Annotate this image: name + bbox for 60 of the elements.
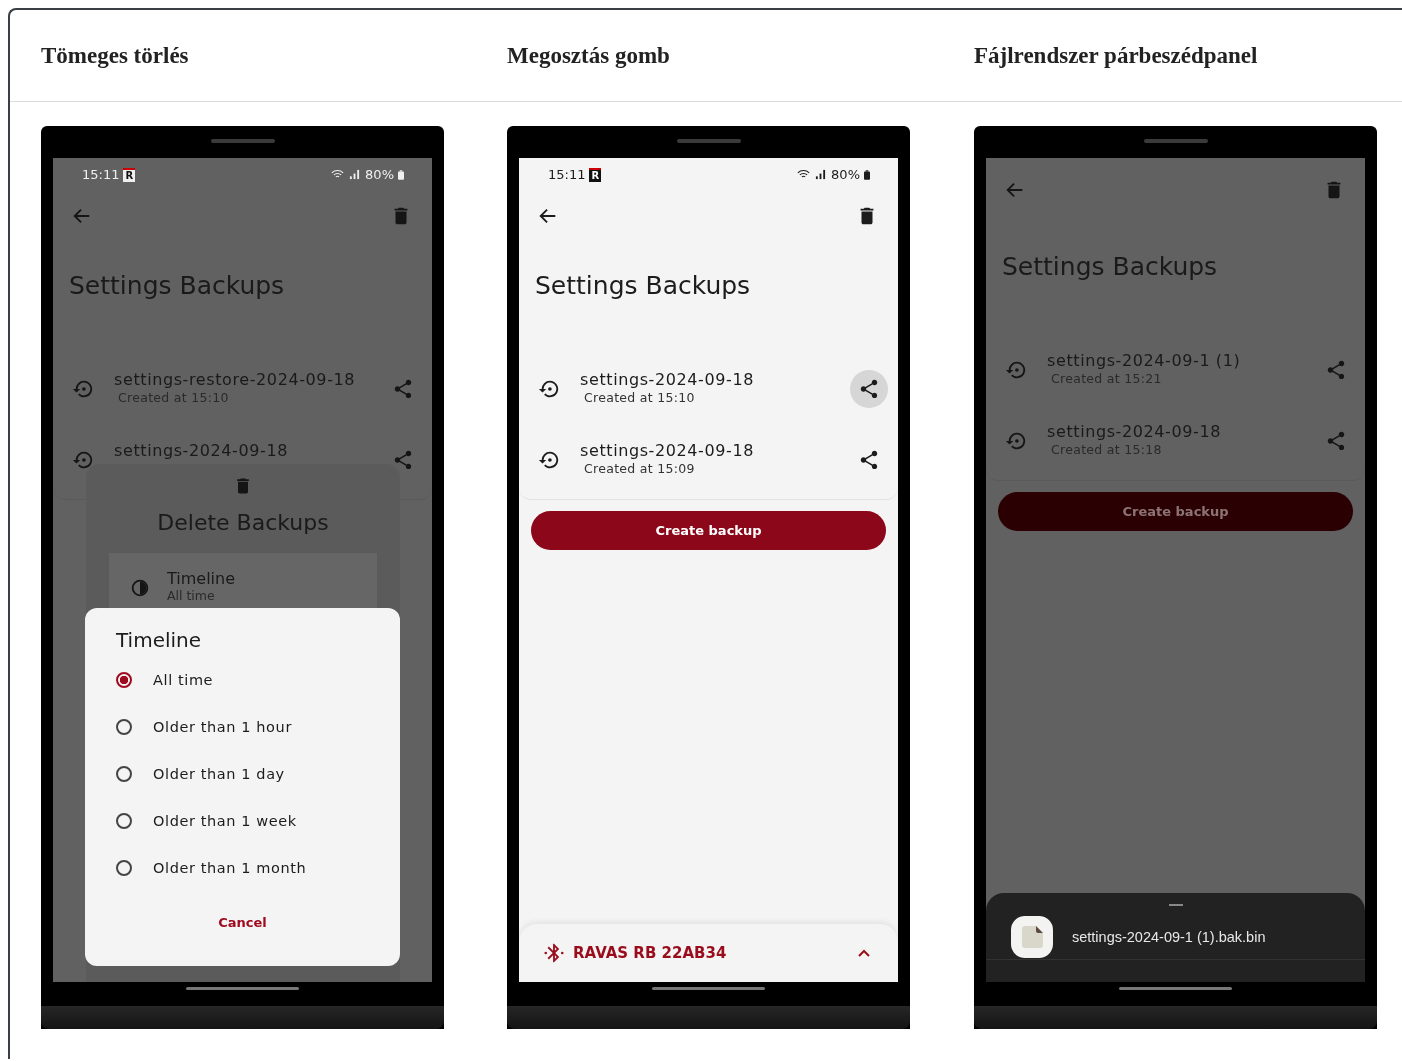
backup-name: settings-2024-09-18 (580, 369, 755, 389)
create-backup-button[interactable]: Create backup (998, 492, 1353, 531)
share-icon (858, 377, 880, 400)
radio-button[interactable] (116, 718, 132, 735)
app-notification-badge: R (123, 167, 136, 182)
battery-icon (398, 169, 404, 180)
radio-label: Older than 1 week (153, 812, 297, 829)
battery-percent: 80% (365, 167, 394, 182)
radio-label: Older than 1 day (153, 765, 285, 782)
radio-label: Older than 1 month (153, 859, 307, 876)
option-value: All time (167, 588, 216, 603)
radio-button[interactable] (116, 765, 132, 782)
column-heading: Fájlrendszer párbeszédpanel (974, 42, 1258, 69)
app-notification-badge: R (589, 167, 602, 182)
wifi-icon (331, 169, 345, 180)
backup-created-time: Created at 15:09 (583, 460, 696, 476)
status-time: 15:11 (82, 167, 120, 182)
radio-label: Older than 1 hour (153, 718, 292, 735)
column-heading: Tömeges törlés (41, 42, 189, 69)
sheet-handle (1168, 904, 1183, 906)
radio-button[interactable] (116, 671, 132, 688)
backup-name: settings-2024-09-1 (1) (1047, 350, 1242, 370)
column-heading: Megosztás gomb (507, 42, 670, 69)
clock-icon (129, 577, 151, 599)
backup-created-time: Created at 15:10 (583, 389, 696, 405)
status-time: 15:11 (548, 167, 586, 182)
radio-button[interactable] (116, 859, 132, 876)
backup-name: settings-2024-09-18 (114, 440, 289, 460)
speaker-slot (210, 139, 275, 143)
radio-label: All time (153, 671, 214, 688)
dialog-title: Timeline (116, 628, 203, 654)
share-icon (392, 448, 414, 471)
share-icon (858, 448, 880, 471)
share-icon (1325, 358, 1347, 381)
battery-percent: 80% (831, 167, 860, 182)
signal-icon (348, 169, 362, 180)
cancel-button[interactable]: Cancel (210, 911, 275, 934)
screen-title: Settings Backups (68, 270, 286, 302)
sheet-title: Delete Backups (157, 510, 329, 535)
caret-up-icon (858, 949, 870, 957)
share-icon (1325, 429, 1347, 452)
screen-title: Settings Backups (534, 270, 752, 302)
bluetooth-icon (543, 942, 565, 964)
share-button[interactable] (850, 369, 888, 408)
file-name: settings-2024-09-1 (1).bak.bin (1072, 929, 1266, 945)
signal-icon (814, 169, 828, 180)
speaker-slot (676, 139, 741, 143)
backup-name: settings-restore-2024-09-18 (114, 369, 357, 389)
battery-icon (864, 169, 870, 180)
create-backup-button[interactable]: Create backup (531, 511, 886, 550)
speaker-slot (1143, 139, 1208, 143)
file-icon (1010, 915, 1054, 959)
radio-button[interactable] (116, 812, 132, 829)
device-bar[interactable]: RAVAS RB 22AB34 (519, 924, 898, 982)
backup-name: settings-2024-09-18 (1047, 421, 1222, 441)
screen-title: Settings Backups (1001, 251, 1219, 283)
share-icon (392, 377, 414, 400)
wifi-icon (797, 169, 811, 180)
option-label: Timeline (167, 569, 237, 588)
backup-name: settings-2024-09-18 (580, 440, 755, 460)
